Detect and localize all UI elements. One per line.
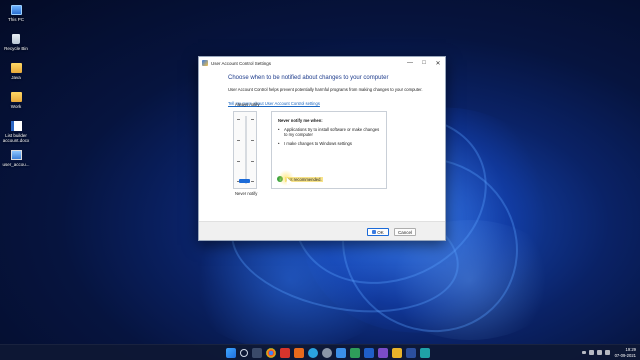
desktop-icon-area: This PC Recycle Bin Java Work List build…	[2, 2, 30, 176]
app-green-icon[interactable]	[350, 348, 360, 358]
admin-shield-icon	[372, 230, 377, 234]
folder-icon	[10, 92, 22, 102]
desktop-icon-work[interactable]: Work	[2, 89, 30, 118]
desktop-icon-java[interactable]: Java	[2, 60, 30, 89]
ok-button-label: OK	[377, 229, 384, 235]
info-bullet-text: I make changes to Windows settings	[284, 141, 352, 146]
dialog-content: Choose when to be notified about changes…	[199, 69, 445, 223]
minimize-button[interactable]: —	[403, 57, 417, 69]
wifi-icon[interactable]	[588, 350, 594, 355]
chevron-up-icon[interactable]	[581, 351, 586, 354]
dialog-footer: OK Cancel	[199, 221, 445, 240]
slider-tick	[251, 181, 254, 182]
app-purple-icon[interactable]	[378, 348, 388, 358]
taskbar-apps	[226, 348, 434, 358]
ok-button[interactable]: OK	[367, 228, 389, 236]
app-orange-icon[interactable]	[294, 348, 304, 358]
maximize-button[interactable]: □	[417, 57, 431, 69]
desktop-icon-label: Work	[10, 104, 22, 109]
info-heading: Never notify me when:	[278, 118, 323, 123]
computer-icon	[10, 5, 22, 15]
clock[interactable]: 19:29 07-09-2021	[615, 347, 636, 358]
slider-bottom-label: Never notify	[235, 191, 258, 196]
close-button[interactable]: ✕	[431, 57, 445, 69]
chrome-icon[interactable]	[266, 348, 276, 358]
info-bullet: • I make changes to Windows settings	[278, 141, 380, 146]
slider-top-label: Always notify	[235, 102, 260, 107]
word-document-icon	[10, 121, 22, 131]
taskbar: 19:29 07-09-2021	[0, 344, 640, 360]
app-darkblue-icon[interactable]	[406, 348, 416, 358]
app-yellow-icon[interactable]	[392, 348, 402, 358]
uac-app-icon	[202, 60, 208, 66]
slider-tick	[251, 161, 254, 162]
volume-icon[interactable]	[596, 350, 602, 355]
photos-icon[interactable]	[336, 348, 346, 358]
folder-icon	[10, 63, 22, 73]
app-blue-icon[interactable]	[364, 348, 374, 358]
desktop-icon-label: Recycle Bin	[4, 46, 28, 51]
desktop-icon-label: user_accou...	[2, 162, 30, 167]
slider-track	[245, 116, 247, 184]
slider-tick	[251, 140, 254, 141]
search-icon[interactable]	[240, 349, 248, 357]
cancel-button-label: Cancel	[397, 229, 412, 235]
desktop-icon-label: This PC	[7, 17, 24, 22]
dialog-description: User Account Control helps prevent poten…	[228, 87, 423, 92]
desktop-icon-label: Java	[11, 75, 21, 80]
slider-thumb[interactable]	[239, 179, 250, 183]
desktop-icon-this-pc[interactable]: This PC	[2, 2, 30, 31]
uac-level-slider[interactable]	[233, 111, 257, 189]
slider-tick	[251, 119, 254, 120]
clock-date: 07-09-2021	[614, 352, 636, 358]
cancel-button[interactable]: Cancel	[394, 228, 416, 236]
system-tray: 19:29 07-09-2021	[581, 347, 636, 358]
telegram-icon[interactable]	[308, 348, 318, 358]
info-bullet: • Applications try to install software o…	[278, 127, 380, 137]
uac-settings-dialog: User Account Control Settings — □ ✕ Choo…	[198, 56, 446, 241]
info-bullet-text: Applications try to install software or …	[284, 127, 380, 137]
slider-tick	[237, 161, 240, 162]
app-red-icon[interactable]	[280, 348, 290, 358]
desktop-icon-list-builder[interactable]: List builder account.docx	[2, 118, 30, 147]
recycle-bin-icon	[12, 34, 20, 44]
settings-icon[interactable]	[322, 348, 332, 358]
desktop-icon-recycle-bin[interactable]: Recycle Bin	[2, 31, 30, 60]
image-file-icon	[10, 150, 22, 160]
task-view-icon[interactable]	[252, 348, 262, 358]
desktop-icon-user-accou[interactable]: user_accou...	[2, 147, 30, 176]
title-bar[interactable]: User Account Control Settings — □ ✕	[199, 57, 445, 69]
battery-icon[interactable]	[604, 350, 610, 355]
desktop-icon-label: List builder account.docx	[2, 133, 30, 143]
start-icon[interactable]	[226, 348, 236, 358]
slider-tick	[237, 140, 240, 141]
slider-tick	[237, 119, 240, 120]
dialog-heading: Choose when to be notified about changes…	[228, 75, 389, 81]
app-teal-icon[interactable]	[420, 348, 430, 358]
window-title: User Account Control Settings	[211, 60, 272, 66]
